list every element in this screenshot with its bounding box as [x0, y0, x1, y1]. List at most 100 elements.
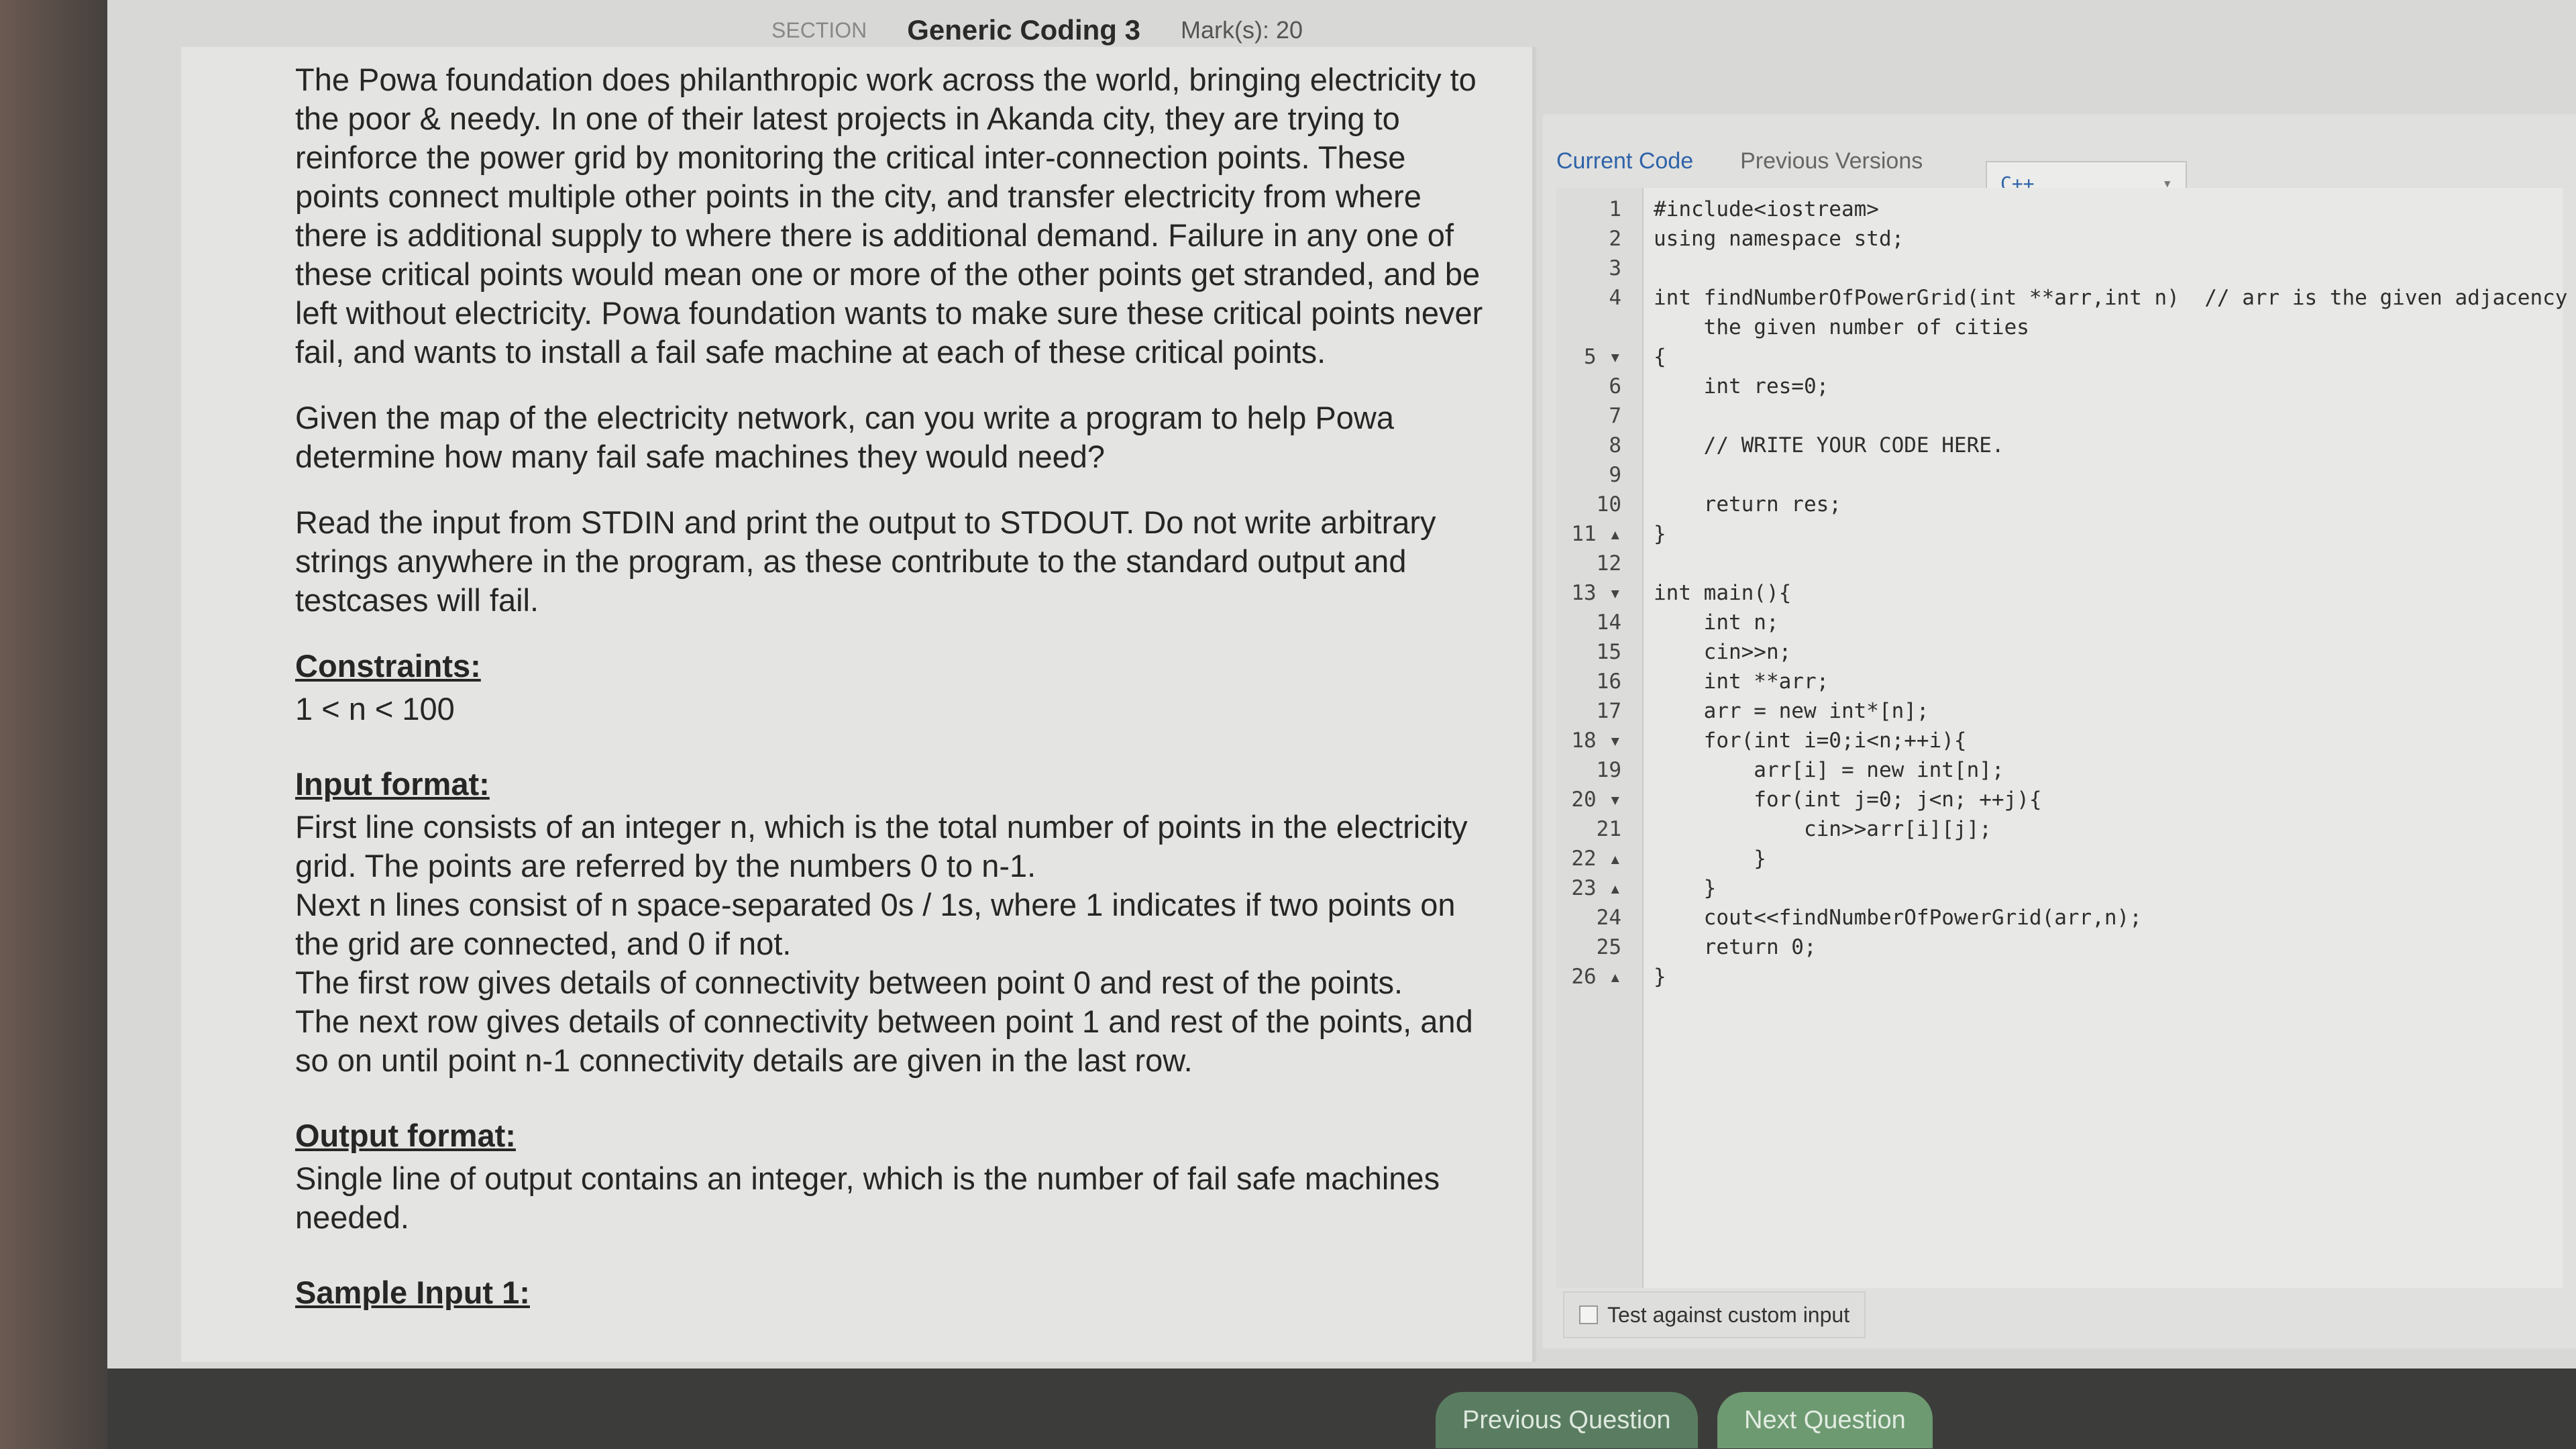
- section-label: SECTION: [771, 17, 867, 42]
- code-line[interactable]: 15 cin>>n;: [1556, 637, 2576, 667]
- code-line[interactable]: 9: [1556, 460, 2576, 490]
- code-text[interactable]: int res=0;: [1633, 372, 1829, 401]
- code-line[interactable]: the given number of cities: [1556, 313, 2576, 342]
- line-number: 15: [1596, 640, 1621, 664]
- code-text[interactable]: #include<iostream>: [1633, 195, 1879, 224]
- code-text[interactable]: [1633, 460, 1654, 490]
- line-number: 22 ▴: [1571, 847, 1621, 871]
- line-number: 3: [1609, 256, 1621, 280]
- constraints-text: 1 < n < 100: [295, 691, 455, 727]
- code-text[interactable]: arr[i] = new int[n];: [1633, 755, 2004, 785]
- tab-previous-versions[interactable]: Previous Versions: [1740, 148, 1923, 174]
- code-text[interactable]: }: [1633, 519, 1666, 549]
- code-text[interactable]: return 0;: [1633, 932, 1817, 962]
- section-title: Generic Coding 3: [907, 14, 1140, 46]
- input-format-section: Input format: First line consists of an …: [295, 765, 1492, 1080]
- code-line[interactable]: 14 int n;: [1556, 608, 2576, 637]
- code-line[interactable]: 25 return 0;: [1556, 932, 2576, 962]
- line-number: 12: [1596, 551, 1621, 576]
- line-number: 8: [1609, 433, 1621, 458]
- input-format-line: First line consists of an integer n, whi…: [295, 809, 1468, 883]
- code-line[interactable]: 1 #include<iostream>: [1556, 195, 2576, 224]
- code-line[interactable]: 11 ▴}: [1556, 519, 2576, 549]
- custom-input-checkbox[interactable]: [1579, 1305, 1598, 1324]
- code-text[interactable]: int **arr;: [1633, 667, 1829, 696]
- code-line[interactable]: 20 ▾ for(int j=0; j<n; ++j){: [1556, 785, 2576, 814]
- code-text[interactable]: [1633, 254, 1654, 283]
- code-line[interactable]: 16 int **arr;: [1556, 667, 2576, 696]
- code-line[interactable]: 21 cin>>arr[i][j];: [1556, 814, 2576, 844]
- code-line[interactable]: 24 cout<<findNumberOfPowerGrid(arr,n);: [1556, 903, 2576, 932]
- line-number: 13 ▾: [1571, 581, 1621, 605]
- constraints-section: Constraints: 1 < n < 100: [295, 647, 1492, 729]
- line-number: 25: [1596, 935, 1621, 959]
- code-text[interactable]: using namespace std;: [1633, 224, 1904, 254]
- code-text[interactable]: // WRITE YOUR CODE HERE.: [1633, 431, 2004, 460]
- line-number: 23 ▴: [1571, 876, 1621, 900]
- code-line[interactable]: 2 using namespace std;: [1556, 224, 2576, 254]
- code-text[interactable]: cout<<findNumberOfPowerGrid(arr,n);: [1633, 903, 2142, 932]
- code-line[interactable]: 18 ▾ for(int i=0;i<n;++i){: [1556, 726, 2576, 755]
- code-line[interactable]: 8 // WRITE YOUR CODE HERE.: [1556, 431, 2576, 460]
- code-line[interactable]: 3: [1556, 254, 2576, 283]
- code-text[interactable]: for(int i=0;i<n;++i){: [1633, 726, 1967, 755]
- code-text[interactable]: int n;: [1633, 608, 1779, 637]
- code-line[interactable]: 13 ▾ int main(){: [1556, 578, 2576, 608]
- code-text[interactable]: int main(){: [1633, 578, 1791, 608]
- line-number: 24: [1596, 906, 1621, 930]
- code-text[interactable]: arr = new int*[n];: [1633, 696, 1929, 726]
- line-number: 14: [1596, 610, 1621, 635]
- sample-input-heading: Sample Input 1:: [295, 1275, 530, 1310]
- code-text[interactable]: for(int j=0; j<n; ++j){: [1633, 785, 2041, 814]
- line-number: 9: [1609, 463, 1621, 487]
- input-format-line: The first row gives details of connectiv…: [295, 965, 1403, 1000]
- code-text[interactable]: {: [1633, 342, 1666, 372]
- output-format-heading: Output format:: [295, 1118, 516, 1153]
- code-text[interactable]: the given number of cities: [1633, 313, 2029, 342]
- output-format-text: Single line of output contains an intege…: [295, 1161, 1440, 1235]
- line-number: 6: [1609, 374, 1621, 398]
- input-format-heading: Input format:: [295, 766, 490, 802]
- code-text[interactable]: }: [1633, 844, 1766, 873]
- line-number: [1556, 313, 1633, 342]
- code-line[interactable]: 17 arr = new int*[n];: [1556, 696, 2576, 726]
- line-number: 1: [1609, 197, 1621, 221]
- code-line[interactable]: 10 return res;: [1556, 490, 2576, 519]
- line-number: 16: [1596, 669, 1621, 694]
- code-line[interactable]: 5 ▾ {: [1556, 342, 2576, 372]
- code-text[interactable]: cin>>n;: [1633, 637, 1792, 667]
- code-line[interactable]: 26 ▴}: [1556, 962, 2576, 991]
- code-line[interactable]: 19 arr[i] = new int[n];: [1556, 755, 2576, 785]
- code-line[interactable]: 6 int res=0;: [1556, 372, 2576, 401]
- code-text[interactable]: }: [1633, 873, 1717, 903]
- editor-tabs: Current Code Previous Versions: [1556, 127, 1923, 195]
- question-panel[interactable]: The Powa foundation does philanthropic w…: [181, 47, 1536, 1362]
- line-number: 21: [1596, 817, 1621, 841]
- code-line[interactable]: 4 int findNumberOfPowerGrid(int **arr,int…: [1556, 283, 2576, 313]
- custom-input-toggle[interactable]: Test against custom input: [1563, 1291, 1866, 1338]
- previous-question-button[interactable]: Previous Question: [1436, 1392, 1698, 1448]
- code-lines[interactable]: 1 #include<iostream> 2 using namespace std;…: [1556, 195, 2576, 991]
- code-text[interactable]: }: [1633, 962, 1666, 991]
- code-text[interactable]: [1633, 401, 1654, 431]
- line-number: 19: [1596, 758, 1621, 782]
- input-format-line: The next row gives details of connectivi…: [295, 1004, 1473, 1078]
- line-number: 2: [1609, 227, 1621, 251]
- question-paragraph-1: The Powa foundation does philanthropic w…: [295, 62, 1483, 370]
- question-paragraph-3: Read the input from STDIN and print the …: [295, 504, 1436, 618]
- code-text[interactable]: int findNumberOfPowerGrid(int **arr,int …: [1633, 283, 2576, 313]
- question-paragraph-2: Given the map of the electricity network…: [295, 400, 1394, 474]
- code-text[interactable]: cin>>arr[i][j];: [1633, 814, 1992, 844]
- code-line[interactable]: 7: [1556, 401, 2576, 431]
- code-text[interactable]: return res;: [1633, 490, 1841, 519]
- constraints-heading: Constraints:: [295, 648, 481, 684]
- code-line[interactable]: 23 ▴ }: [1556, 873, 2576, 903]
- next-question-button[interactable]: Next Question: [1717, 1392, 1933, 1448]
- custom-input-label: Test against custom input: [1607, 1302, 1850, 1327]
- line-number: 20 ▾: [1571, 788, 1621, 812]
- code-line[interactable]: 22 ▴ }: [1556, 844, 2576, 873]
- line-number: 5 ▾: [1584, 345, 1621, 369]
- code-text[interactable]: [1633, 549, 1654, 578]
- tab-current-code[interactable]: Current Code: [1556, 148, 1693, 174]
- code-line[interactable]: 12: [1556, 549, 2576, 578]
